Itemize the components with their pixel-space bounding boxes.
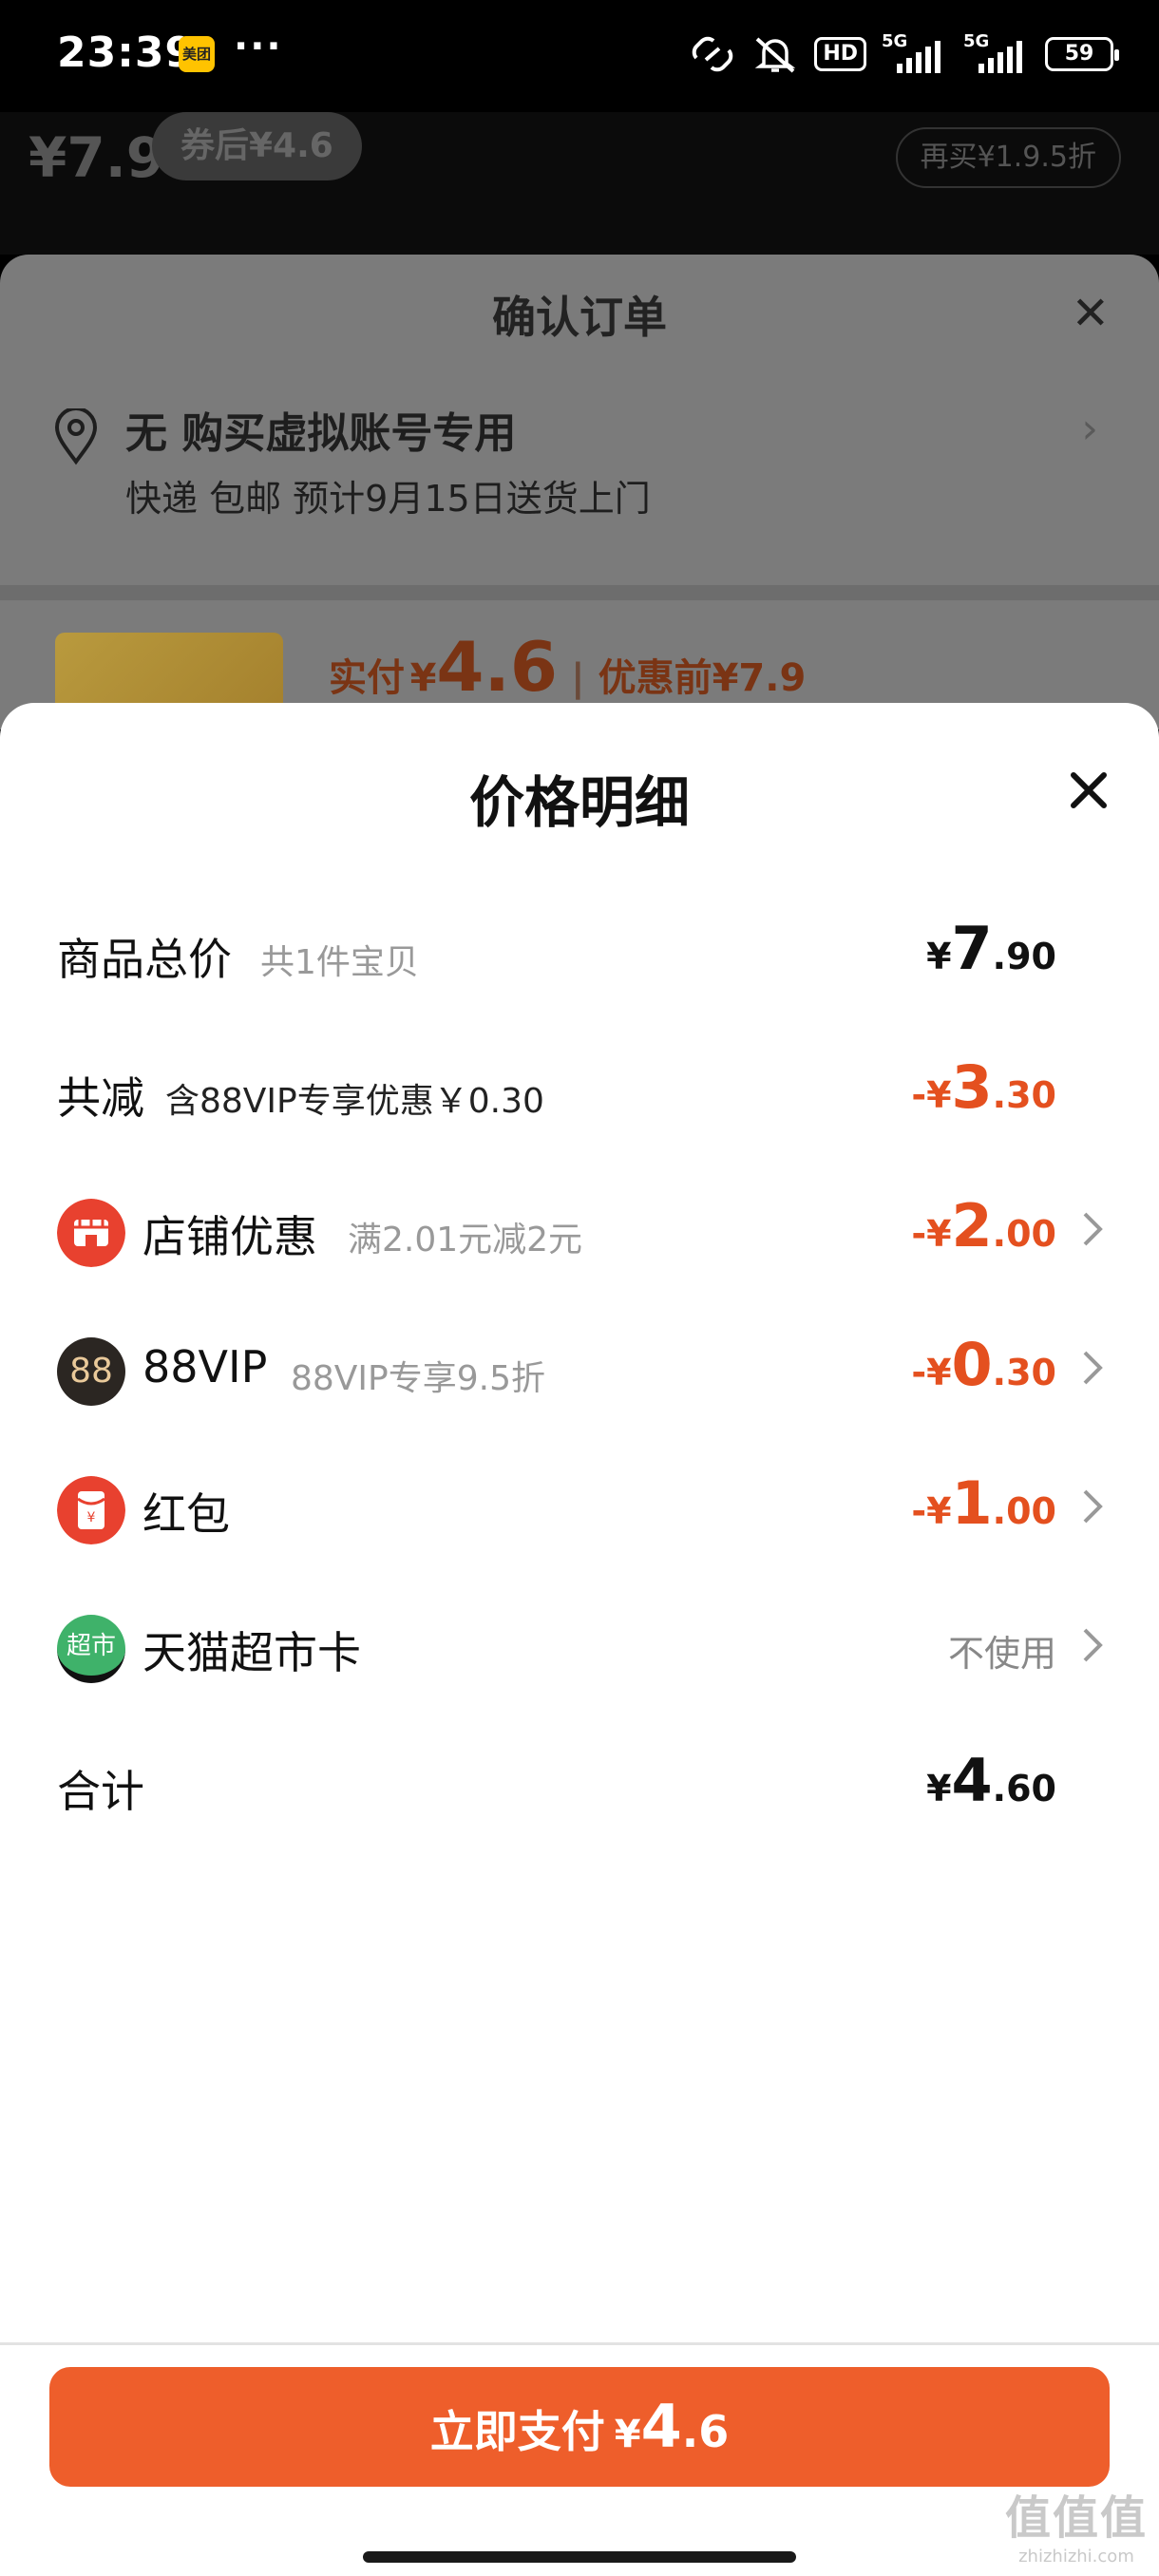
close-icon[interactable] <box>1060 762 1117 819</box>
row-value: 不使用 <box>947 1633 1056 1675</box>
row-amount: ¥4.60 <box>926 1746 1056 1815</box>
watermark: 值值值 zhizhizhi.com <box>1004 2491 1148 2567</box>
row-sub: 满2.01元减2元 <box>348 1221 583 1260</box>
row-tmall-supermarket-card[interactable]: 超市 天猫超市卡 不使用 <box>0 1598 1159 1693</box>
coupon-price-pill: 券后¥4.6 <box>152 112 362 180</box>
row-red-packet[interactable]: ¥ 红包 -¥1.00 <box>0 1459 1159 1554</box>
row-amount: -¥1.00 <box>911 1468 1056 1538</box>
address-recipient: 无 购买虚拟账号专用 <box>125 409 517 458</box>
more-notifications-icon: ··· <box>234 25 283 68</box>
delivery-info: 快递 包邮 预计9月15日送货上门 <box>125 478 651 520</box>
divider <box>0 585 1159 600</box>
row-total-reduction: 共减 含88VIP专享优惠￥0.30 -¥3.30 <box>0 1043 1159 1138</box>
signal-icon: 5G <box>882 31 948 75</box>
hd-icon: HD <box>814 37 866 71</box>
vip-88-icon: 88 <box>57 1337 125 1406</box>
row-shop-discount[interactable]: 店铺优惠 满2.01元减2元 -¥2.00 <box>0 1182 1159 1277</box>
chevron-right-icon <box>1083 1628 1103 1662</box>
battery-icon: 59 <box>1045 37 1119 71</box>
tmall-supermarket-icon: 超市 <box>57 1615 125 1683</box>
confirm-order-sheet-dimmed: 确认订单 ✕ 无 购买虚拟账号专用 快递 包邮 预计9月15日送货上门 › 实付… <box>0 255 1159 737</box>
bottom-divider <box>0 2342 1159 2345</box>
row-sub: 共1件宝贝 <box>260 943 419 982</box>
row-amount: ¥7.90 <box>926 914 1056 983</box>
row-amount: -¥2.00 <box>911 1191 1056 1260</box>
price-detail-panel: 价格明细 商品总价 共1件宝贝 ¥7.90 共减 含88VIP专享优惠￥0.30… <box>0 703 1159 2576</box>
panel-title: 价格明细 <box>468 770 690 835</box>
pay-now-button[interactable]: 立即支付 ¥4.6 <box>49 2367 1110 2487</box>
row-sub: 含88VIP专享优惠￥0.30 <box>165 1082 544 1121</box>
status-bar: 23:39 美团 ··· HD 5G 5G 59 <box>0 0 1159 112</box>
row-label: 合计 <box>57 1766 144 1817</box>
row-sub: 88VIP专享9.5折 <box>291 1359 546 1398</box>
svg-text:¥: ¥ <box>87 1510 96 1525</box>
meituan-app-icon: 美团 <box>179 36 215 72</box>
row-grand-total: 合计 ¥4.60 <box>0 1736 1159 1831</box>
row-label: 红包 <box>142 1488 230 1540</box>
home-indicator[interactable] <box>363 2551 796 2563</box>
row-label: 88VIP <box>142 1341 268 1392</box>
row-label: 商品总价 <box>57 934 232 985</box>
close-icon: ✕ <box>1071 287 1110 340</box>
header-right-pill: 再买¥1.9.5折 <box>895 127 1121 188</box>
chevron-right-icon <box>1083 1351 1103 1385</box>
row-label: 天猫超市卡 <box>142 1627 361 1678</box>
red-packet-icon: ¥ <box>57 1476 125 1544</box>
row-amount: -¥3.30 <box>911 1052 1056 1122</box>
row-label: 共减 <box>57 1072 144 1124</box>
row-amount: -¥0.30 <box>911 1330 1056 1399</box>
status-time: 23:39 <box>57 28 196 77</box>
actual-pay-summary: 实付 ¥4.6 | 优惠前¥7.9 <box>329 627 807 707</box>
link-icon <box>693 36 733 72</box>
chevron-right-icon <box>1083 1212 1103 1246</box>
header-price: ¥7.9 <box>28 125 165 190</box>
confirm-order-title: 确认订单 <box>492 292 667 343</box>
product-header-dimmed: ¥7.9 券后¥4.6 再买¥1.9.5折 <box>0 112 1159 255</box>
status-icons: HD 5G 5G 59 <box>689 30 1119 78</box>
chevron-right-icon <box>1083 1489 1103 1524</box>
row-label: 店铺优惠 <box>142 1211 317 1262</box>
signal-icon: 5G <box>963 31 1030 75</box>
chevron-right-icon: › <box>1081 405 1098 453</box>
mute-bell-icon <box>755 37 796 73</box>
row-88vip-discount[interactable]: 88 88VIP 88VIP专享9.5折 -¥0.30 <box>0 1320 1159 1415</box>
location-icon <box>54 408 98 465</box>
shop-icon <box>57 1199 125 1267</box>
row-goods-total: 商品总价 共1件宝贝 ¥7.90 <box>0 904 1159 999</box>
